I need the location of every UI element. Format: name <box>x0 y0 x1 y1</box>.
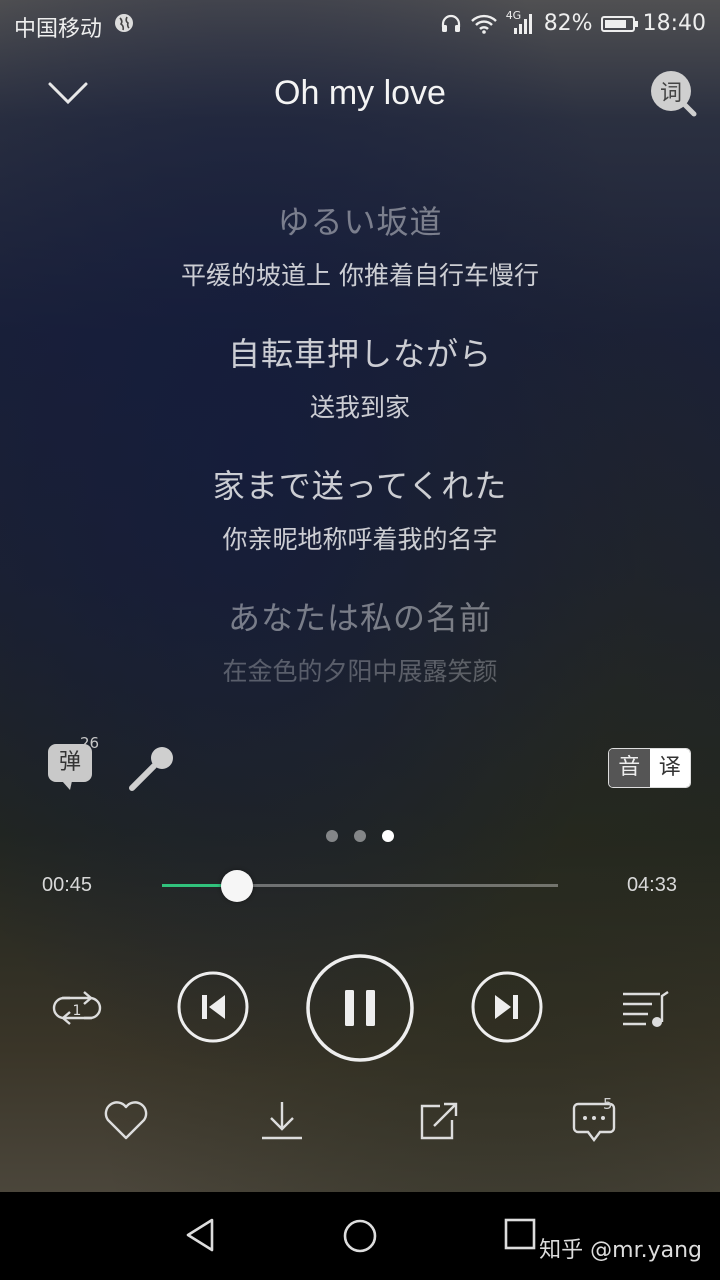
previous-button[interactable] <box>177 971 249 1043</box>
clock: 18:40 <box>642 11 706 36</box>
status-bar: 中国移动 4G 82% 18:40 <box>0 0 720 50</box>
watermark: 知乎 @mr.yang <box>539 1238 702 1263</box>
skip-previous-icon <box>177 971 249 1043</box>
download-icon <box>262 1102 302 1140</box>
signal-indicator: 4G <box>506 9 536 35</box>
total-time: 04:33 <box>626 874 677 896</box>
pause-button[interactable] <box>305 953 415 1063</box>
playlist-button[interactable] <box>620 988 670 1030</box>
lyric-search-button[interactable]: 词 <box>648 69 698 119</box>
headset-icon <box>441 14 460 32</box>
repeat-one-button[interactable]: 1 <box>50 986 104 1030</box>
player-header: Oh my love 词 <box>0 60 720 130</box>
skip-next-icon <box>471 971 543 1043</box>
lyrics-panel[interactable]: ゆるい坂道 平缓的坡道上 你推着自行车慢行 自転車押しながら 送我到家 家まで送… <box>0 196 720 724</box>
repeat-one-icon: 1 <box>52 991 102 1025</box>
heart-icon <box>104 1101 148 1140</box>
nav-back-icon[interactable] <box>176 1210 226 1260</box>
lyric-line-cn: 平缓的坡道上 你推着自行车慢行 <box>181 261 539 290</box>
toggle-translation[interactable]: 译 <box>649 749 690 787</box>
danmu-count-badge: 26 <box>80 734 100 752</box>
page-dot <box>326 830 338 842</box>
nav-home-icon[interactable] <box>335 1210 385 1260</box>
wifi-icon <box>470 14 497 34</box>
repeat-one-badge: 1 <box>73 1003 82 1019</box>
pause-icon <box>306 954 414 1062</box>
lyric-line-jp: ゆるい坂道 <box>277 203 443 241</box>
share-icon <box>420 1102 458 1140</box>
carrier-label: 中国移动 <box>14 17 103 42</box>
lyric-search-icon: 词 <box>651 71 697 117</box>
share-button[interactable] <box>414 1098 462 1144</box>
lyric-line-jp: 自転車押しながら <box>227 335 492 373</box>
song-title: Oh my love <box>274 74 446 112</box>
page-indicator <box>0 830 720 842</box>
comment-count-badge: 5 <box>603 1095 613 1113</box>
translation-toggle[interactable]: 音 译 <box>608 748 691 788</box>
seek-knob[interactable] <box>221 870 254 902</box>
page-dot-active <box>382 830 394 842</box>
next-button[interactable] <box>471 971 543 1043</box>
current-time: 00:45 <box>42 874 93 896</box>
navigation-bar: 知乎 @mr.yang <box>0 1192 720 1280</box>
player-screen: 中国移动 4G 82% 18:40 Oh my love 词 ゆるい坂道 平缓的… <box>0 0 720 1192</box>
battery-percent: 82% <box>543 11 593 36</box>
page-dot <box>354 830 366 842</box>
battery-icon <box>600 15 638 32</box>
like-button[interactable] <box>102 1098 150 1144</box>
playlist-icon <box>623 991 669 1027</box>
microphone-icon[interactable] <box>126 744 178 796</box>
lyric-line-cn: 在金色的夕阳中展露笑颜 <box>222 657 498 686</box>
lyric-line-jp: あなたは私の名前 <box>227 599 492 637</box>
lyric-line-cn: 你亲昵地称呼着我的名字 <box>222 525 498 554</box>
globe-icon <box>115 14 133 32</box>
toggle-phonetic[interactable]: 音 <box>609 749 650 787</box>
lyric-line-cn: 送我到家 <box>309 393 410 422</box>
lyric-line-jp: 家まで送ってくれた <box>212 467 508 505</box>
lyric-search-glyph: 词 <box>660 81 682 106</box>
seek-bar[interactable] <box>162 870 558 902</box>
network-type: 4G <box>505 8 522 22</box>
download-button[interactable] <box>258 1098 306 1144</box>
status-right: 4G 82% 18:40 <box>440 9 706 36</box>
